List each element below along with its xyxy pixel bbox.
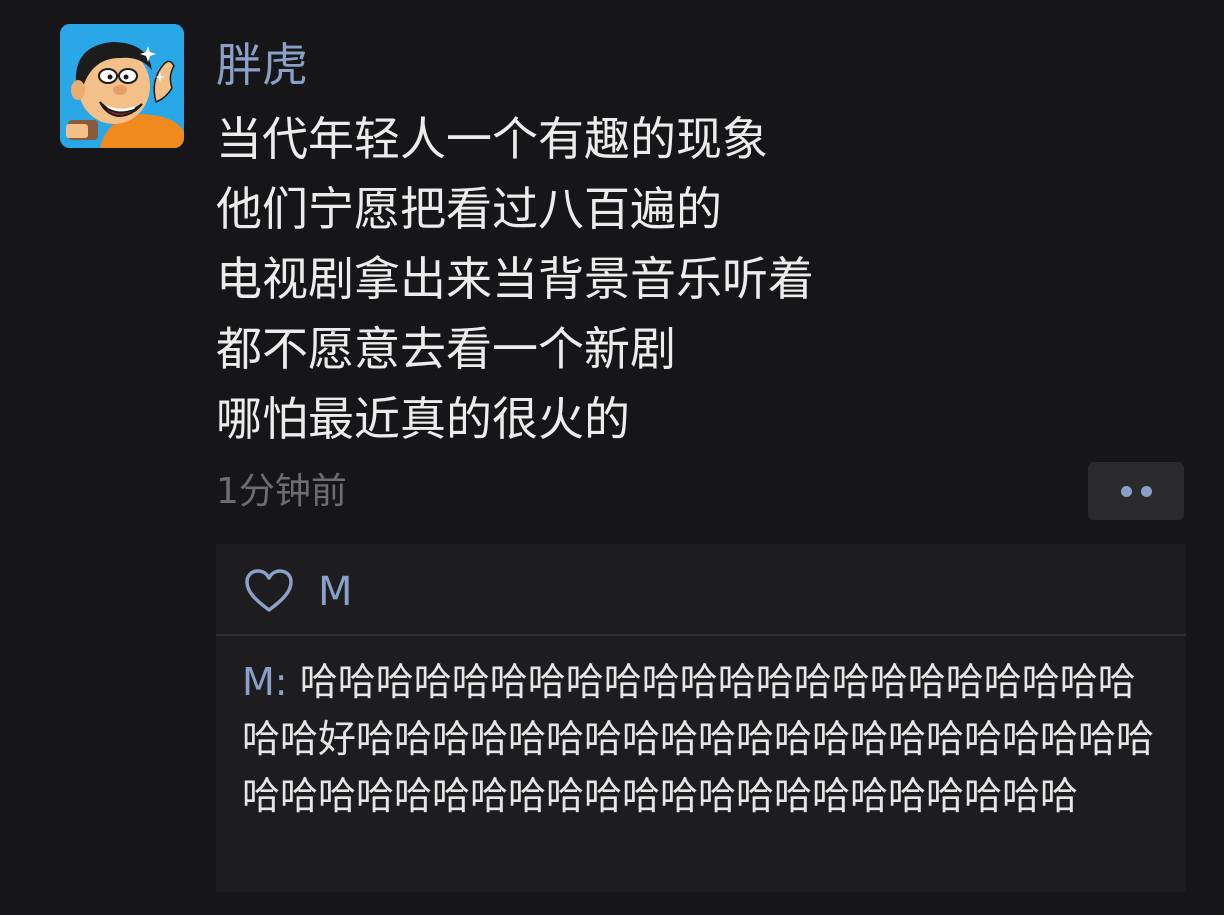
commenter-name[interactable]: M: [242, 660, 275, 704]
content-line: 哪怕最近真的很火的: [216, 392, 630, 446]
avatar[interactable]: [60, 24, 184, 148]
more-actions-button[interactable]: [1088, 462, 1184, 520]
content-line: 当代年轻人一个有趣的现象: [216, 112, 768, 166]
content-line: 都不愿意去看一个新剧: [216, 322, 676, 376]
likes-row: M: [216, 544, 1186, 634]
avatar-image: [60, 24, 184, 148]
more-dots-icon: [1141, 486, 1152, 497]
moment-post: 胖虎 当代年轻人一个有趣的现象 他们宁愿把看过八百遍的 电视剧拿出来当背景音乐听…: [0, 0, 1224, 915]
liker-name[interactable]: M: [318, 564, 353, 620]
comment-text: 哈哈哈哈哈哈哈哈哈哈哈哈哈哈哈哈哈哈哈哈哈哈哈哈好哈哈哈哈哈哈哈哈哈哈哈哈哈哈哈…: [242, 660, 1155, 818]
username[interactable]: 胖虎: [216, 30, 308, 100]
heart-icon: [245, 569, 293, 612]
more-dots-icon: [1121, 486, 1132, 497]
comment-separator: :: [274, 660, 300, 704]
content-line: 他们宁愿把看过八百遍的: [216, 182, 722, 236]
post-content: 当代年轻人一个有趣的现象 他们宁愿把看过八百遍的 电视剧拿出来当背景音乐听着 都…: [216, 104, 1116, 454]
content-line: 电视剧拿出来当背景音乐听着: [216, 252, 814, 306]
comment[interactable]: M: 哈哈哈哈哈哈哈哈哈哈哈哈哈哈哈哈哈哈哈哈哈哈哈哈好哈哈哈哈哈哈哈哈哈哈哈哈…: [242, 654, 1172, 825]
interaction-panel: M M: 哈哈哈哈哈哈哈哈哈哈哈哈哈哈哈哈哈哈哈哈哈哈哈哈好哈哈哈哈哈哈哈哈哈哈…: [216, 544, 1186, 892]
divider: [216, 634, 1186, 636]
post-timestamp: 1分钟前: [216, 471, 347, 512]
